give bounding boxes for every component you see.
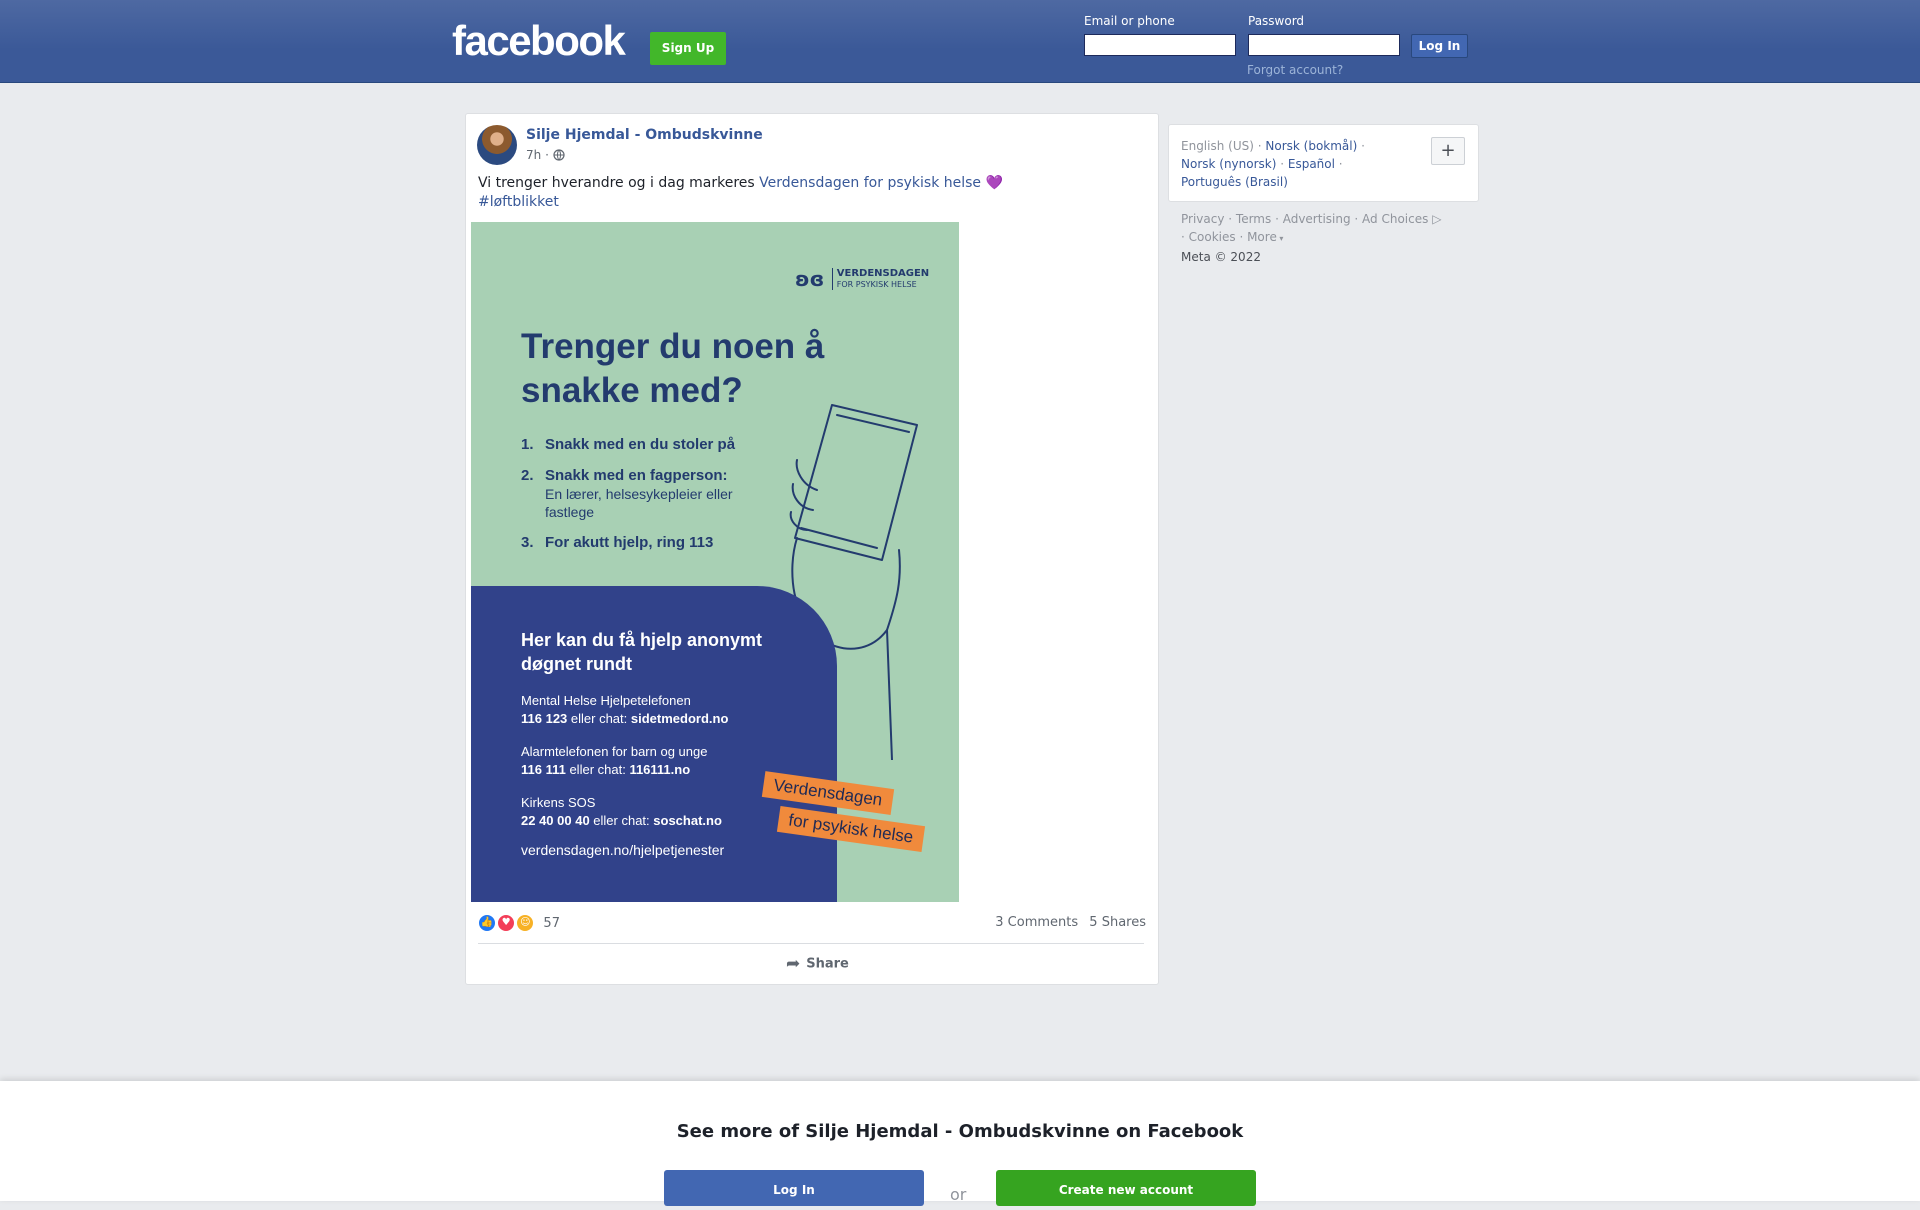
- language-box: English (US) · Norsk (bokmål) · Norsk (n…: [1168, 124, 1479, 202]
- poster-brand-line2: FOR PSYKISK HELSE: [836, 280, 917, 289]
- avatar[interactable]: [477, 125, 517, 165]
- poster-step: 1. Snakk med en du stoler på: [521, 436, 736, 453]
- poster-step: 2. Snakk med en fagperson: En lærer, hel…: [521, 467, 733, 520]
- login-prompt-bar: See more of Silje Hjemdal - Ombudskvinne…: [0, 1081, 1920, 1206]
- footer-terms[interactable]: Terms: [1236, 212, 1271, 226]
- post-time[interactable]: 7h: [526, 148, 541, 162]
- footer-advertising[interactable]: Advertising: [1283, 212, 1351, 226]
- post-stats: 3 Comments 5 Shares: [988, 915, 1146, 930]
- ad-choices-icon: ▷: [1432, 212, 1442, 226]
- language-list: English (US) · Norsk (bokmål) · Norsk (n…: [1181, 139, 1365, 189]
- divider: [478, 943, 1144, 944]
- post-text: Vi trenger hverandre og i dag markeres V…: [478, 174, 1138, 212]
- top-bar: facebook Sign Up Email or phone Password…: [0, 0, 1920, 83]
- poster-help-title: Her kan du få hjelp anonymt døgnet rundt: [521, 630, 763, 674]
- purple-heart-emoji: 💜: [985, 175, 1003, 191]
- facebook-logo[interactable]: facebook: [452, 20, 626, 62]
- copyright: Meta © 2022: [1181, 250, 1261, 264]
- share-icon: ➦: [786, 954, 801, 974]
- language-link[interactable]: Português (Brasil): [1181, 175, 1288, 189]
- share-label: Share: [806, 956, 849, 972]
- footer-links: Privacy · Terms · Advertising · Ad Choic…: [1181, 212, 1442, 264]
- login-prompt-title: See more of Silje Hjemdal - Ombudskvinne…: [676, 1121, 1244, 1142]
- help-item: Mental Helse Hjelpetelefonen 116 123 ell…: [521, 693, 729, 726]
- chevron-down-icon: ▾: [1276, 234, 1284, 243]
- love-icon: ♥: [497, 914, 516, 932]
- like-icon: 👍: [478, 914, 496, 932]
- care-icon: ☺: [516, 914, 535, 932]
- poster-steps: 1. Snakk med en du stoler på 2. Snakk me…: [521, 436, 781, 565]
- help-item: Kirkens SOS 22 40 00 40 eller chat: sosc…: [521, 795, 722, 828]
- poster-step: 3. For akutt hjelp, ring 113: [521, 534, 714, 551]
- post-link[interactable]: Verdensdagen for psykisk helse: [759, 175, 981, 191]
- footer-more[interactable]: More: [1247, 230, 1277, 244]
- post-image[interactable]: ʚɞ VERDENSDAGEN FOR PSYKISK HELSE Trenge…: [471, 222, 959, 902]
- reaction-count: 57: [543, 915, 560, 931]
- footer-cookies[interactable]: Cookies: [1189, 230, 1236, 244]
- email-label: Email or phone: [1084, 14, 1175, 28]
- globe-icon: [553, 149, 565, 161]
- post-author[interactable]: Silje Hjemdal - Ombudskvinne: [526, 127, 763, 143]
- add-language-button[interactable]: +: [1431, 137, 1465, 165]
- email-field[interactable]: [1084, 34, 1236, 56]
- comments-count[interactable]: 3 Comments: [995, 915, 1078, 930]
- poster-help-site: verdensdagen.no/hjelpetjenester: [521, 842, 725, 858]
- signup-button[interactable]: Sign Up: [650, 32, 726, 65]
- footer-ad-choices[interactable]: Ad Choices: [1362, 212, 1428, 226]
- forgot-account-link[interactable]: Forgot account?: [1247, 63, 1343, 77]
- language-link[interactable]: Norsk (bokmål): [1265, 139, 1357, 153]
- shares-count[interactable]: 5 Shares: [1089, 915, 1146, 930]
- language-link[interactable]: Español: [1288, 157, 1335, 171]
- password-field[interactable]: [1248, 34, 1400, 56]
- poster-brand-line1: VERDENSDAGEN: [836, 268, 930, 279]
- reactions-summary[interactable]: 👍 ♥ ☺ 57: [478, 914, 560, 932]
- login-button[interactable]: Log In: [1411, 34, 1468, 58]
- poster-brand: ʚɞ VERDENSDAGEN FOR PSYKISK HELSE: [795, 268, 929, 290]
- hashtag-link[interactable]: #løftblikket: [478, 194, 559, 210]
- footer-privacy[interactable]: Privacy: [1181, 212, 1224, 226]
- post-card: Silje Hjemdal - Ombudskvinne 7h · Vi tre…: [465, 113, 1159, 985]
- or-separator: or: [950, 1185, 967, 1204]
- language-link[interactable]: Norsk (nynorsk): [1181, 157, 1276, 171]
- post-text-body: Vi trenger hverandre og i dag markeres: [478, 175, 760, 191]
- post-meta: 7h ·: [526, 148, 565, 162]
- butterfly-icon: ʚɞ: [795, 266, 825, 291]
- language-current: English (US): [1181, 139, 1254, 153]
- poster-help-list: Mental Helse Hjelpetelefonen 116 123 ell…: [521, 692, 821, 845]
- share-button[interactable]: ➦ Share: [786, 954, 849, 974]
- password-label: Password: [1248, 14, 1305, 28]
